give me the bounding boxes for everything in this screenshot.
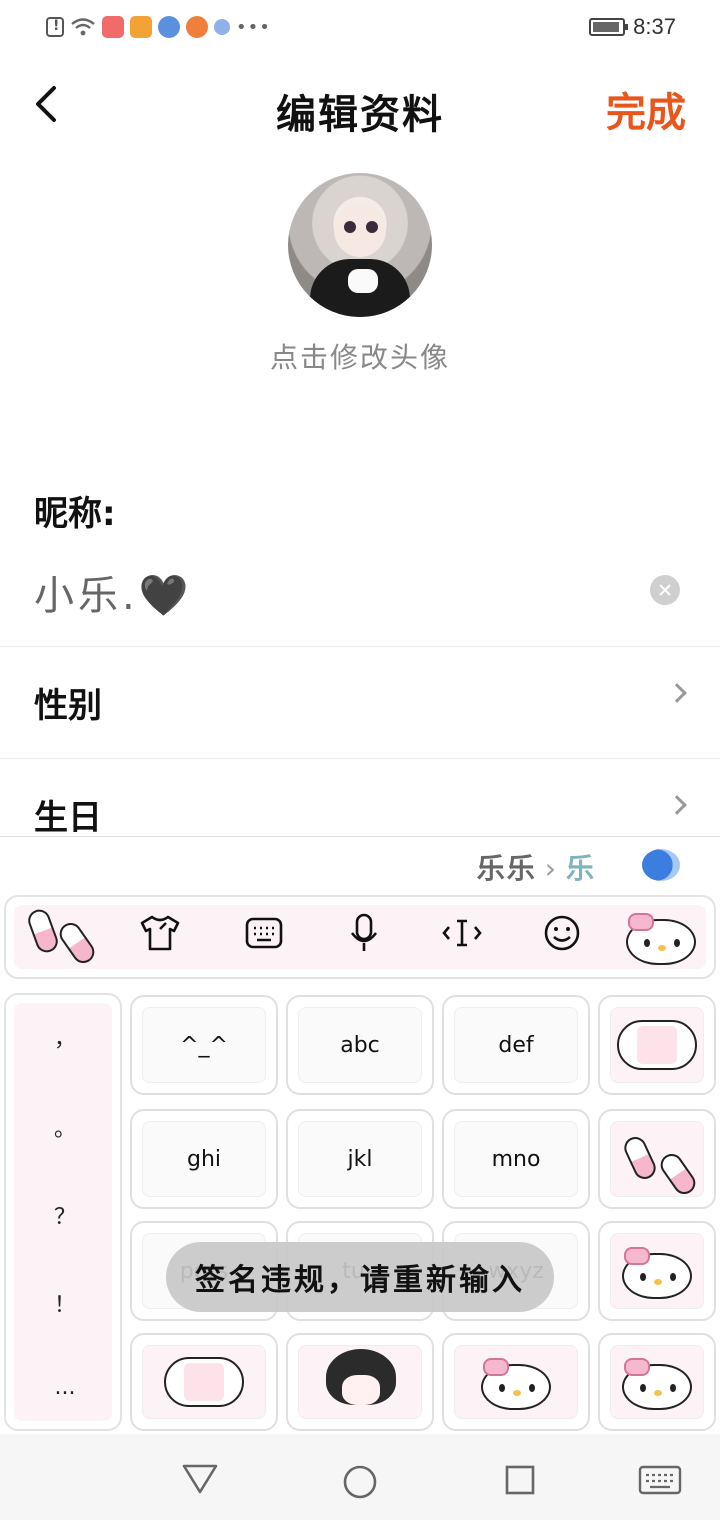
app-icon-orange-2 [186, 16, 208, 38]
key-abc[interactable]: abc [286, 995, 434, 1095]
nickname-label: 昵称: [34, 494, 116, 534]
microphone-icon[interactable] [342, 911, 386, 955]
divider [0, 758, 720, 759]
hello-kitty-icon[interactable] [622, 905, 700, 969]
candidate-word[interactable]: 乐 [566, 852, 596, 885]
avatar[interactable] [288, 173, 432, 317]
chevron-right-icon [667, 795, 687, 815]
app-icon-baidu [158, 16, 180, 38]
battery-icon [589, 18, 629, 36]
nav-home-button[interactable] [342, 1464, 378, 1504]
kitty-sticker-key-2[interactable] [442, 1333, 590, 1431]
gender-row[interactable]: 性别 [0, 648, 720, 758]
square-recents-icon [505, 1465, 535, 1495]
chevron-right-icon [667, 683, 687, 703]
key-emoticon[interactable]: ^_^ [130, 995, 278, 1095]
key-jkl[interactable]: jkl [286, 1109, 434, 1209]
birthday-label: 生日 [34, 798, 102, 838]
keyboard-hide-icon [638, 1465, 682, 1495]
punct-period[interactable]: 。 [6, 1111, 124, 1143]
key-def[interactable]: def [442, 995, 590, 1095]
keyboard-toolbar [4, 895, 716, 979]
candidate-text: 乐乐 › 乐 [477, 847, 596, 887]
pill-sticker-key[interactable] [598, 1109, 716, 1209]
punct-exclaim[interactable]: ！ [6, 1287, 124, 1319]
change-avatar-label[interactable]: 点击修改头像 [0, 336, 720, 376]
pill-sticker-icon[interactable] [25, 905, 99, 971]
more-dots-icon: ••• [236, 16, 271, 38]
app-icon-paw [214, 19, 230, 35]
nav-recents-button[interactable] [504, 1464, 536, 1500]
app-icon-orange [130, 16, 152, 38]
punct-question[interactable]: ？ [6, 1199, 124, 1231]
triangle-back-icon [182, 1464, 218, 1494]
clear-input-button[interactable] [650, 575, 680, 605]
candidate-arrow: › [544, 852, 558, 885]
gender-label: 性别 [34, 686, 102, 726]
key-label: ^_^ [142, 1007, 266, 1083]
app-icon-red [102, 16, 124, 38]
header: 编辑资料 完成 [0, 56, 720, 152]
keyboard: 乐乐 › 乐 ， 。 ？ ！ ... ^_^ abc def ghi jkl m… [0, 836, 720, 1434]
key-label: abc [298, 1007, 422, 1083]
kitty-sticker-key-3[interactable] [598, 1333, 716, 1431]
kitty-sticker-key[interactable] [598, 1221, 716, 1321]
status-icons: ••• [46, 16, 271, 38]
clock: 8:37 [633, 14, 676, 39]
nickname-input[interactable] [34, 564, 634, 620]
keyboard-logo-icon[interactable] [642, 849, 680, 881]
candidate-pinyin: 乐乐 [476, 852, 537, 885]
divider [0, 646, 720, 647]
girl-sticker-key[interactable] [286, 1333, 434, 1431]
done-button[interactable]: 完成 [606, 80, 686, 138]
skin-shirt-icon[interactable] [138, 911, 182, 955]
bandage-sticker-key[interactable] [598, 995, 716, 1095]
key-label: mno [454, 1121, 578, 1197]
nav-back-button[interactable] [180, 1462, 220, 1500]
emoji-icon[interactable] [540, 911, 584, 955]
punct-comma[interactable]: ， [6, 1021, 124, 1053]
cursor-move-icon[interactable] [440, 911, 484, 955]
bandage-sticker-key-2[interactable] [130, 1333, 278, 1431]
punct-ellipsis[interactable]: ... [6, 1375, 124, 1400]
key-label: ghi [142, 1121, 266, 1197]
error-toast: 签名违规，请重新输入 [166, 1242, 554, 1312]
system-nav-bar [0, 1434, 720, 1520]
key-label: def [454, 1007, 578, 1083]
circle-home-icon [343, 1465, 377, 1499]
punctuation-column: ， 。 ？ ！ ... [4, 993, 122, 1431]
wifi-icon [70, 17, 96, 37]
key-ghi[interactable]: ghi [130, 1109, 278, 1209]
key-mno[interactable]: mno [442, 1109, 590, 1209]
candidate-bar: 乐乐 › 乐 [0, 837, 720, 893]
status-bar: ••• 8:37 [0, 0, 720, 56]
alert-icon [46, 17, 64, 37]
keyboard-icon[interactable] [242, 911, 286, 955]
status-right: 8:37 [589, 14, 676, 40]
nav-keyboard-button[interactable] [638, 1464, 682, 1500]
key-label: jkl [298, 1121, 422, 1197]
